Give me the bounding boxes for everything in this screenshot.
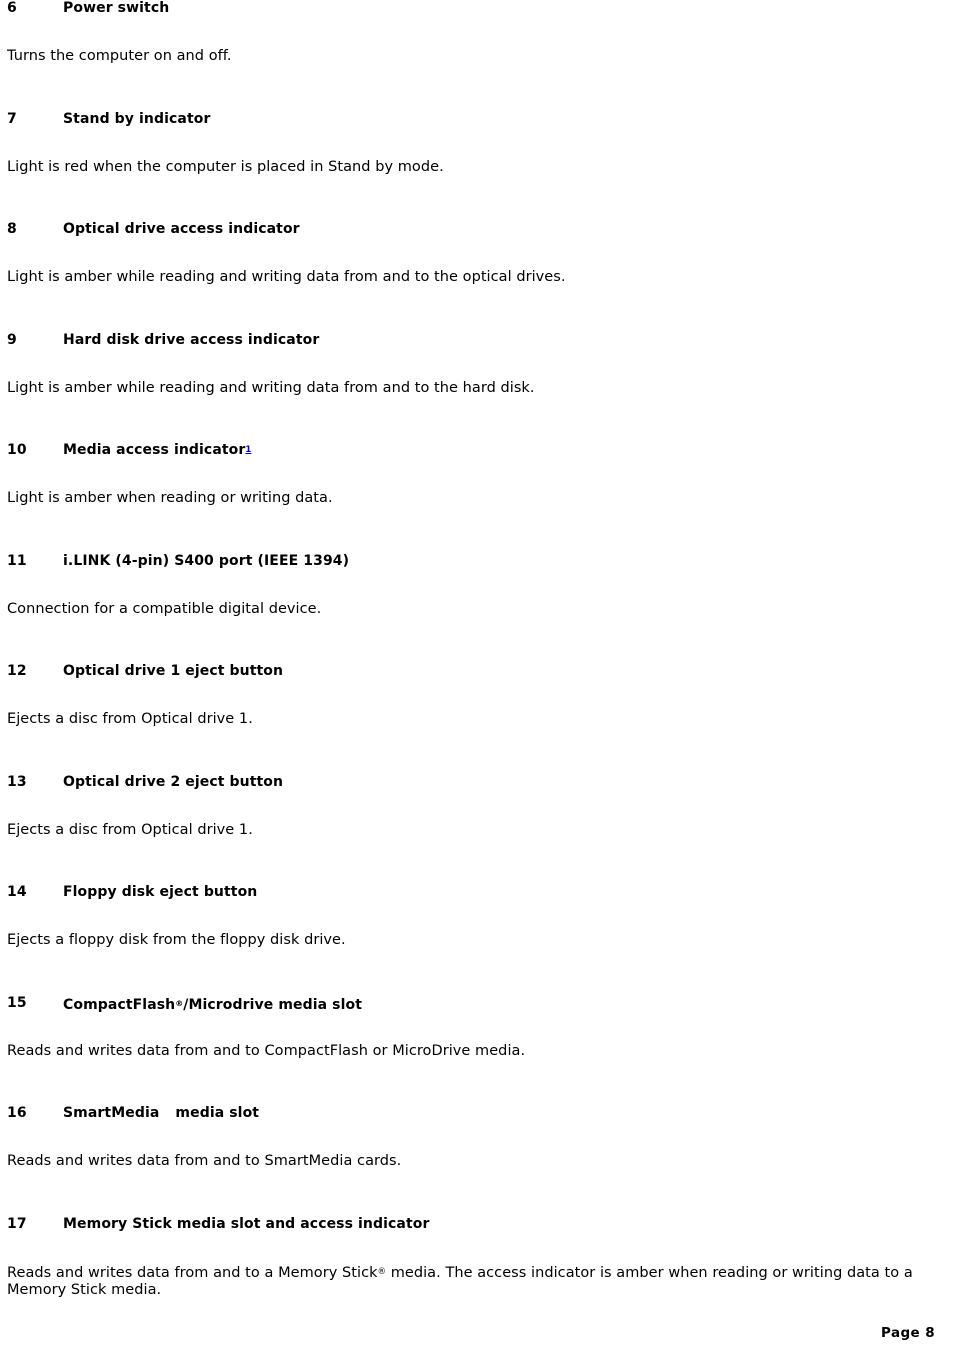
- item-heading: 7 Stand by indicator: [7, 111, 947, 128]
- item-title-rest: /Microdrive media slot: [183, 996, 363, 1013]
- item-body: Light is red when the computer is placed…: [7, 158, 444, 175]
- list-item: 13 Optical drive 2 eject button Ejects a …: [0, 774, 954, 885]
- item-title: Stand by indicator: [63, 110, 211, 127]
- item-number: 16: [7, 1105, 27, 1121]
- item-heading: 14 Floppy disk eject button: [7, 884, 947, 901]
- item-title: i.LINK (4-pin) S400 port (IEEE 1394): [63, 552, 350, 569]
- list-item: 8 Optical drive access indicator Light is…: [0, 221, 954, 332]
- item-title-brand: SmartMedia: [63, 1105, 160, 1121]
- item-body: Connection for a compatible digital devi…: [7, 600, 322, 617]
- item-title: Optical drive access indicator: [63, 221, 300, 237]
- item-title-brand: CompactFlash: [63, 996, 176, 1013]
- item-body: Ejects a disc from Optical drive 1.: [7, 821, 253, 838]
- footnote-reference-link[interactable]: 1: [245, 445, 251, 455]
- item-number: 15: [7, 994, 27, 1011]
- item-heading: 12 Optical drive 1 eject button: [7, 663, 947, 680]
- document-page: 6 Power switch Turns the computer on and …: [0, 0, 954, 1351]
- item-body: Light is amber while reading and writing…: [7, 379, 535, 396]
- list-item: 16 SmartMedia media slot Reads and writes …: [0, 1105, 954, 1216]
- item-body: Turns the computer on and off.: [7, 48, 232, 64]
- page-number-footer: Page 8: [881, 1325, 935, 1341]
- list-item: 14 Floppy disk eject button Ejects a flop…: [0, 884, 954, 995]
- registered-trademark-symbol: ®: [377, 1266, 387, 1277]
- list-item: 10 Media access indicator1 Light is amber…: [0, 442, 954, 553]
- list-item: 15 CompactFlash®/Microdrive media slot Re…: [0, 995, 954, 1106]
- item-heading: 8 Optical drive access indicator: [7, 221, 947, 238]
- item-number: 13: [7, 773, 27, 790]
- item-heading: 17 Memory Stick media slot and access ind…: [7, 1216, 947, 1233]
- item-number: 14: [7, 884, 27, 900]
- item-heading: 11 i.LINK (4-pin) S400 port (IEEE 1394): [7, 553, 947, 570]
- document-content: 6 Power switch Turns the computer on and …: [0, 0, 954, 1326]
- item-body: Light is amber while reading and writing…: [7, 269, 566, 285]
- item-number: 7: [7, 110, 17, 127]
- item-number: 6: [7, 0, 17, 16]
- item-number: 17: [7, 1215, 27, 1232]
- item-number: 11: [7, 552, 27, 569]
- item-number: 8: [7, 221, 17, 237]
- item-title: CompactFlash®/Microdrive media slot: [63, 995, 362, 1014]
- item-title: SmartMedia media slot: [63, 1105, 259, 1122]
- list-item: 9 Hard disk drive access indicator Light …: [0, 332, 954, 443]
- item-title: Optical drive 1 eject button: [63, 663, 284, 679]
- item-title: Hard disk drive access indicator: [63, 331, 320, 348]
- item-heading: 6 Power switch: [7, 0, 947, 17]
- item-body: Reads and writes data from and to Compac…: [7, 1042, 526, 1059]
- item-title-rest: media slot: [175, 1105, 260, 1121]
- item-body: Reads and writes data from and to SmartM…: [7, 1153, 402, 1169]
- item-body-part-one: Reads and writes data from and to a Memo…: [7, 1264, 378, 1281]
- item-heading: 15 CompactFlash®/Microdrive media slot: [7, 995, 947, 1014]
- item-heading: 16 SmartMedia media slot: [7, 1105, 947, 1122]
- item-title: Power switch: [63, 0, 170, 16]
- item-heading: 9 Hard disk drive access indicator: [7, 332, 947, 349]
- item-title: Media access indicator: [63, 442, 246, 458]
- list-item: 17 Memory Stick media slot and access ind…: [0, 1216, 954, 1326]
- item-title: Floppy disk eject button: [63, 884, 258, 900]
- item-title: Optical drive 2 eject button: [63, 773, 284, 790]
- list-item: 11 i.LINK (4-pin) S400 port (IEEE 1394) C…: [0, 553, 954, 664]
- item-body: Light is amber when reading or writing d…: [7, 490, 333, 506]
- list-item: 7 Stand by indicator Light is red when th…: [0, 111, 954, 222]
- item-body: Reads and writes data from and to a Memo…: [7, 1264, 947, 1299]
- item-body: Ejects a disc from Optical drive 1.: [7, 711, 253, 727]
- item-title: Memory Stick media slot and access indic…: [63, 1215, 430, 1232]
- item-number: 10: [7, 442, 27, 458]
- list-item: 12 Optical drive 1 eject button Ejects a …: [0, 663, 954, 774]
- item-number: 12: [7, 663, 27, 679]
- item-body: Ejects a floppy disk from the floppy dis…: [7, 932, 346, 948]
- item-number: 9: [7, 331, 17, 348]
- item-heading: 13 Optical drive 2 eject button: [7, 774, 947, 791]
- list-item: 6 Power switch Turns the computer on and …: [0, 0, 954, 111]
- item-heading: 10 Media access indicator1: [7, 442, 947, 461]
